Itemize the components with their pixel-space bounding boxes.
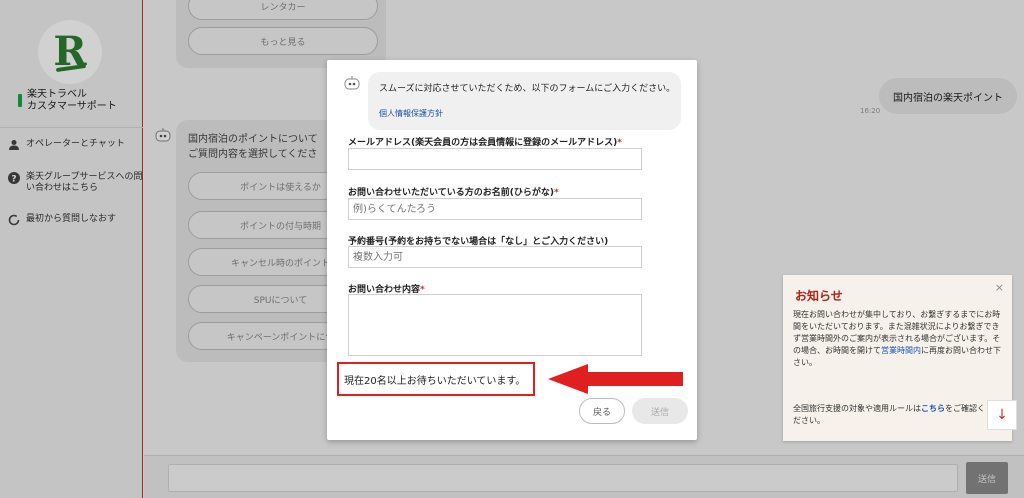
notice-title: お知らせ xyxy=(795,289,843,303)
annotation-arrow-icon xyxy=(548,364,683,394)
notice-footer: 全国旅行支援の対象や適用ルールはこちらをご確認ください。 xyxy=(793,404,985,425)
bot-avatar-icon xyxy=(343,76,361,92)
email-field[interactable] xyxy=(348,148,642,170)
wait-status: 現在20名以上お待ちいただいています。 xyxy=(337,362,535,396)
scroll-down-button[interactable]: ↓ xyxy=(987,400,1017,430)
booking-number-field[interactable] xyxy=(348,246,642,268)
privacy-policy-link[interactable]: 個人情報保護方針 xyxy=(379,108,443,119)
arrow-down-icon: ↓ xyxy=(996,407,1008,423)
close-icon[interactable]: × xyxy=(995,281,1004,294)
notice-body: 現在お問い合わせが集中しており、お繋ぎするまでにお時間をいただいております。また… xyxy=(793,310,1001,367)
submit-button[interactable]: 送信 xyxy=(632,398,688,424)
name-label: お問い合わせいただいている方のお名前(ひらがな)* xyxy=(348,188,559,198)
form-intro-bubble: スムーズに対応させていただくため、以下のフォームにご入力ください。 個人情報保護… xyxy=(368,72,681,130)
form-intro-message: スムーズに対応させていただくため、以下のフォームにご入力ください。 xyxy=(379,84,676,94)
notice-panel: お知らせ × 現在お問い合わせが集中しており、お繋ぎするまでにお時間をいただいて… xyxy=(783,275,1012,441)
inquiry-textarea[interactable] xyxy=(348,294,642,356)
back-button[interactable]: 戻る xyxy=(579,398,625,424)
travel-support-link[interactable]: こちら xyxy=(921,404,945,413)
name-field[interactable] xyxy=(348,198,642,220)
business-hours-link[interactable]: 営業時間内 xyxy=(881,346,921,355)
email-label: メールアドレス(楽天会員の方は会員情報に登録のメールアドレス)* xyxy=(348,138,622,148)
